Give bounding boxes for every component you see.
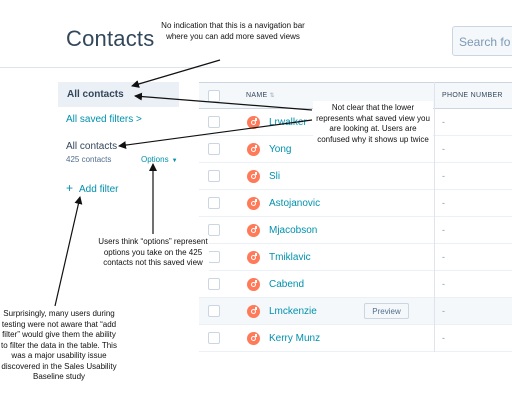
annotation-nav-bar: No indication that this is a navigation … bbox=[161, 21, 305, 41]
phone-cell: - bbox=[442, 171, 445, 181]
current-view-count: 425 contacts bbox=[66, 155, 112, 164]
hubspot-sprocket-icon bbox=[247, 224, 260, 237]
table-row[interactable]: Mjacobson - bbox=[199, 217, 512, 244]
sort-arrows-icon[interactable]: ⇅ bbox=[269, 93, 274, 99]
page-title: Contacts bbox=[66, 26, 155, 51]
options-dropdown[interactable]: Options ▼ bbox=[141, 155, 178, 164]
phone-cell: - bbox=[442, 252, 445, 262]
hubspot-sprocket-icon bbox=[247, 197, 260, 210]
hubspot-sprocket-icon bbox=[247, 170, 260, 183]
row-checkbox[interactable] bbox=[208, 305, 220, 317]
hubspot-sprocket-icon bbox=[247, 332, 260, 345]
all-saved-filters-link[interactable]: All saved filters > bbox=[66, 114, 142, 125]
row-checkbox[interactable] bbox=[208, 197, 220, 209]
contact-name-link[interactable]: Mjacobson bbox=[269, 225, 317, 236]
table-row[interactable]: Kerry Munz - bbox=[199, 325, 512, 352]
row-checkbox[interactable] bbox=[208, 116, 220, 128]
row-checkbox[interactable] bbox=[208, 332, 220, 344]
contact-name-link[interactable]: Astojanovic bbox=[269, 198, 320, 209]
table-row[interactable]: Lmckenzie Preview - bbox=[199, 298, 512, 325]
hubspot-sprocket-icon bbox=[247, 278, 260, 291]
contact-name-link[interactable]: Sli bbox=[269, 171, 280, 182]
contact-name-link[interactable]: Cabend bbox=[269, 279, 304, 290]
hubspot-sprocket-icon bbox=[247, 116, 260, 129]
contact-name-link[interactable]: Lrwalker bbox=[269, 117, 307, 128]
select-all-checkbox[interactable] bbox=[208, 90, 220, 102]
phone-cell: - bbox=[442, 279, 445, 289]
saved-view-tab-all-contacts[interactable]: All contacts bbox=[58, 82, 179, 107]
phone-cell: - bbox=[442, 333, 445, 343]
contact-name-link[interactable]: Tmiklavic bbox=[269, 252, 311, 263]
annotation-options: Users think “options” represent options … bbox=[97, 235, 209, 271]
caret-down-icon: ▼ bbox=[171, 158, 178, 164]
annotation-lower-view: Not clear that the lower represents what… bbox=[313, 101, 433, 147]
annotation-add-filter: Surprisingly, many users during testing … bbox=[1, 309, 117, 381]
table-row[interactable]: Sli - bbox=[199, 163, 512, 190]
row-checkbox[interactable] bbox=[208, 224, 220, 236]
phone-cell: - bbox=[442, 306, 445, 316]
row-checkbox[interactable] bbox=[208, 143, 220, 155]
preview-button[interactable]: Preview bbox=[364, 303, 409, 319]
options-label: Options bbox=[141, 155, 169, 164]
hubspot-sprocket-icon bbox=[247, 305, 260, 318]
table-row[interactable]: Cabend - bbox=[199, 271, 512, 298]
contact-name-link[interactable]: Kerry Munz bbox=[269, 333, 320, 344]
column-header-name[interactable]: NAME ⇅ bbox=[246, 92, 275, 99]
contact-name-link[interactable]: Lmckenzie bbox=[269, 306, 317, 317]
column-header-phone[interactable]: PHONE NUMBER bbox=[442, 92, 503, 99]
row-checkbox[interactable] bbox=[208, 170, 220, 182]
row-checkbox[interactable] bbox=[208, 251, 220, 263]
current-view-name: All contacts bbox=[66, 141, 118, 152]
search-input[interactable]: Search fo bbox=[452, 26, 512, 56]
add-filter-label: Add filter bbox=[79, 184, 119, 195]
phone-cell: - bbox=[442, 117, 445, 127]
add-filter-button[interactable]: + Add filter bbox=[66, 181, 118, 195]
phone-cell: - bbox=[442, 198, 445, 208]
column-divider bbox=[434, 82, 435, 352]
arrow-to-add-filter bbox=[54, 196, 83, 307]
phone-cell: - bbox=[442, 144, 445, 154]
phone-cell: - bbox=[442, 225, 445, 235]
hubspot-sprocket-icon bbox=[247, 143, 260, 156]
contact-name-link[interactable]: Yong bbox=[269, 144, 291, 155]
table-row[interactable]: Tmiklavic - bbox=[199, 244, 512, 271]
plus-icon: + bbox=[66, 181, 74, 195]
row-checkbox[interactable] bbox=[208, 278, 220, 290]
hubspot-sprocket-icon bbox=[247, 251, 260, 264]
header-divider bbox=[0, 67, 512, 68]
table-row[interactable]: Astojanovic - bbox=[199, 190, 512, 217]
